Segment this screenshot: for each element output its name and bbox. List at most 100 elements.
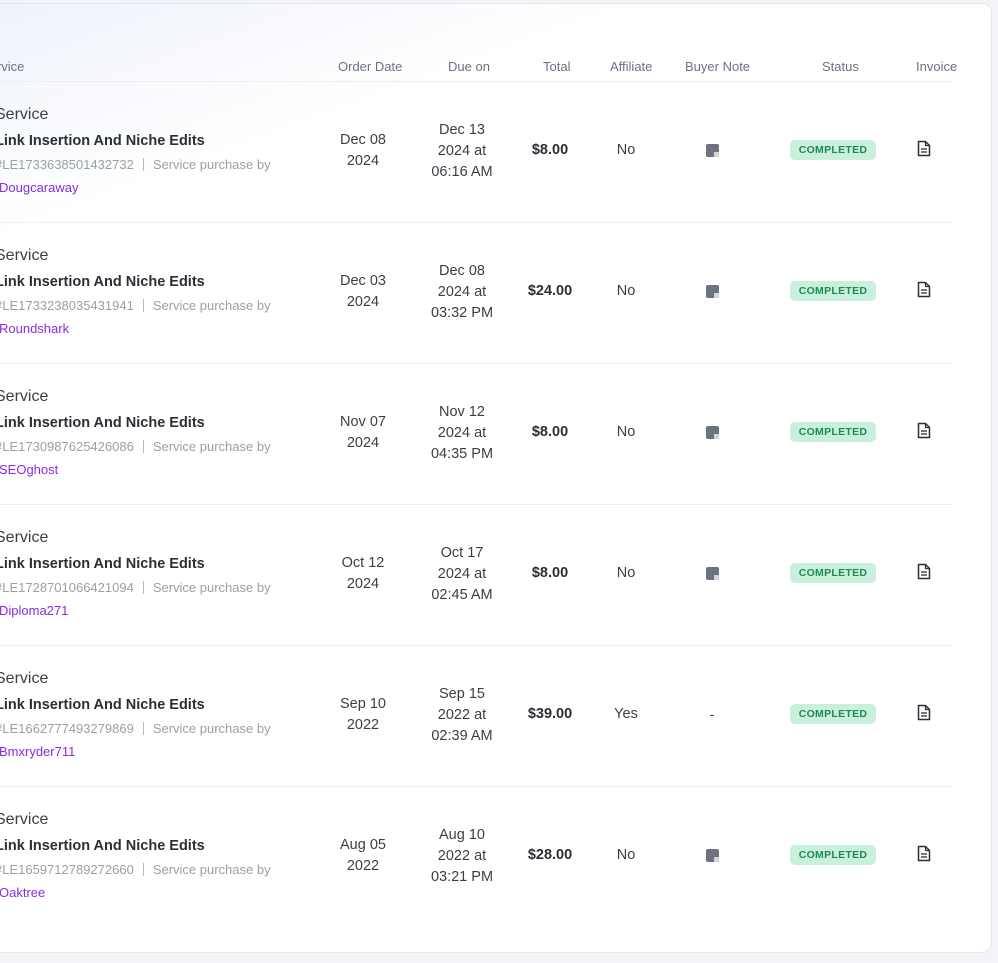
service-name[interactable]: Link Insertion And Niche Edits <box>0 274 205 290</box>
due-date-day: Sep 15 <box>439 686 485 702</box>
order-date: Nov 07 2024 <box>323 412 403 454</box>
due-date: Nov 12 2024 at 04:35 PM <box>421 402 503 465</box>
due-date: Sep 15 2022 at 02:39 AM <box>421 684 503 747</box>
invoice-icon[interactable] <box>917 140 931 157</box>
order-date-year: 2024 <box>346 294 380 310</box>
due-date-year: 2024 at <box>437 284 487 300</box>
note-icon[interactable] <box>705 144 719 157</box>
due-date-day: Nov 12 <box>439 404 485 420</box>
header-status[interactable]: Status <box>822 59 859 74</box>
invoice-icon[interactable] <box>917 704 931 721</box>
order-total: $24.00 <box>527 283 573 299</box>
header-total[interactable]: Total <box>543 59 570 74</box>
invoice-cell[interactable] <box>911 140 937 162</box>
header-affiliate[interactable]: Affiliate <box>610 59 652 74</box>
service-name[interactable]: Link Insertion And Niche Edits <box>0 838 205 854</box>
order-id: #LE1730987625426086 <box>0 439 134 454</box>
buyer-note[interactable] <box>690 565 734 583</box>
status-cell: COMPLETED <box>789 845 877 865</box>
table-row: Service Link Insertion And Niche Edits #… <box>0 787 953 927</box>
buyer-link[interactable]: Roundshark <box>0 321 69 336</box>
affiliate-flag: No <box>616 424 636 440</box>
invoice-icon[interactable] <box>917 281 931 298</box>
order-meta: #LE1733638501432732 Service purchase by <box>0 157 271 172</box>
note-icon[interactable] <box>705 426 719 439</box>
purchase-text: Service purchase by <box>152 862 271 877</box>
buyer-note[interactable] <box>690 283 734 301</box>
note-icon[interactable] <box>705 567 719 580</box>
divider <box>142 581 144 594</box>
buyer-link[interactable]: Bmxryder711 <box>0 744 75 759</box>
buyer-note[interactable] <box>690 424 734 442</box>
buyer-link[interactable]: Dougcaraway <box>0 180 79 195</box>
due-date-year: 2024 at <box>437 425 487 441</box>
order-meta: #LE1728701066421094 Service purchase by <box>0 580 271 595</box>
order-date: Aug 05 2022 <box>323 835 403 877</box>
invoice-icon[interactable] <box>917 422 931 439</box>
header-due-on[interactable]: Due on <box>448 59 490 74</box>
divider <box>142 863 144 876</box>
due-date-time: 04:35 PM <box>430 446 494 462</box>
invoice-cell[interactable] <box>911 563 937 585</box>
table-row: Service Link Insertion And Niche Edits #… <box>0 646 953 787</box>
buyer-link[interactable]: SEOghost <box>0 462 58 477</box>
buyer-note[interactable] <box>690 142 734 160</box>
divider <box>142 722 144 735</box>
status-badge: COMPLETED <box>789 422 877 442</box>
note-icon[interactable] <box>705 285 719 298</box>
affiliate-flag: No <box>616 283 636 299</box>
due-date: Dec 13 2024 at 06:16 AM <box>421 120 503 183</box>
service-name[interactable]: Link Insertion And Niche Edits <box>0 415 205 431</box>
note-icon[interactable] <box>705 849 719 862</box>
order-date-year: 2022 <box>346 717 380 733</box>
divider <box>142 299 144 312</box>
due-date-time: 02:45 AM <box>431 587 493 603</box>
service-type: Service <box>0 106 49 123</box>
due-date: Aug 10 2022 at 03:21 PM <box>421 825 503 888</box>
order-date-day: Sep 10 <box>340 696 386 712</box>
no-note-dash: - <box>709 706 715 722</box>
due-date-year: 2024 at <box>437 143 487 159</box>
due-date: Oct 17 2024 at 02:45 AM <box>421 543 503 606</box>
order-date-day: Aug 05 <box>340 837 386 853</box>
order-total: $8.00 <box>531 565 569 581</box>
buyer-note[interactable] <box>690 847 734 865</box>
buyer-link[interactable]: Diploma271 <box>0 603 68 618</box>
invoice-cell[interactable] <box>911 845 937 867</box>
orders-card: Service Order Date Due on Total Affiliat… <box>0 3 992 953</box>
order-meta: #LE1659712789272660 Service purchase by <box>0 862 271 877</box>
service-name[interactable]: Link Insertion And Niche Edits <box>0 556 205 572</box>
due-date-day: Aug 10 <box>439 827 485 843</box>
invoice-cell[interactable] <box>911 704 937 726</box>
order-total: $8.00 <box>531 424 569 440</box>
due-date-time: 03:21 PM <box>430 869 494 885</box>
affiliate-flag: Yes <box>614 706 638 722</box>
status-badge: COMPLETED <box>789 281 877 301</box>
service-name[interactable]: Link Insertion And Niche Edits <box>0 697 205 713</box>
table-row: Service Link Insertion And Niche Edits #… <box>0 82 953 223</box>
invoice-icon[interactable] <box>917 563 931 580</box>
header-order-date[interactable]: Order Date <box>338 59 402 74</box>
header-buyer-note: Buyer Note <box>685 59 751 74</box>
invoice-cell[interactable] <box>911 422 937 444</box>
purchase-text: Service purchase by <box>152 298 271 313</box>
buyer-link[interactable]: Oaktree <box>0 885 45 900</box>
status-cell: COMPLETED <box>789 563 877 583</box>
invoice-icon[interactable] <box>917 845 931 862</box>
affiliate-flag: No <box>616 847 636 863</box>
header-service[interactable]: Service <box>0 59 24 74</box>
invoice-cell[interactable] <box>911 281 937 303</box>
order-date-day: Dec 03 <box>340 273 386 289</box>
purchase-text: Service purchase by <box>152 157 271 172</box>
order-meta: #LE1662777493279869 Service purchase by <box>0 721 271 736</box>
due-date-year: 2022 at <box>437 848 487 864</box>
service-name[interactable]: Link Insertion And Niche Edits <box>0 133 205 149</box>
due-date-time: 02:39 AM <box>431 728 493 744</box>
due-date-day: Oct 17 <box>440 545 484 561</box>
status-cell: COMPLETED <box>789 704 877 724</box>
status-badge: COMPLETED <box>789 563 877 583</box>
due-date: Dec 08 2024 at 03:32 PM <box>421 261 503 324</box>
order-id: #LE1659712789272660 <box>0 862 134 877</box>
affiliate-flag: No <box>616 142 636 158</box>
status-cell: COMPLETED <box>789 281 877 301</box>
